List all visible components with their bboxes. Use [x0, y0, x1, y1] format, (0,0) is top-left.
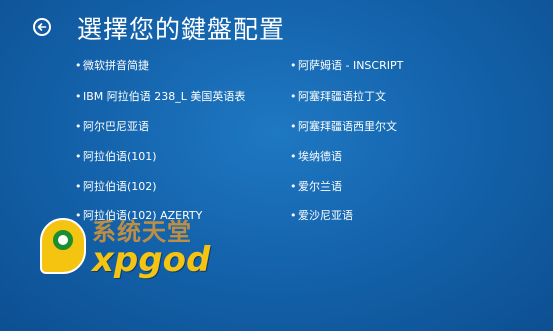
layout-option-label: 阿拉伯语(101)	[83, 150, 157, 163]
layout-option[interactable]: • 阿塞拜疆语西里尔文	[290, 120, 397, 133]
bullet: •	[75, 90, 82, 103]
layout-option-label: 爱沙尼亚语	[298, 209, 353, 222]
layout-option-label: 阿尔巴尼亚语	[83, 120, 149, 133]
bullet: •	[290, 59, 297, 72]
bullet: •	[75, 59, 82, 72]
layout-option[interactable]: • 爱沙尼亚语	[290, 209, 353, 222]
bullet: •	[290, 90, 297, 103]
bullet: •	[290, 120, 297, 133]
bullet: •	[75, 120, 82, 133]
bullet: •	[290, 209, 297, 222]
layout-option[interactable]: • 阿塞拜疆语拉丁文	[290, 90, 386, 103]
layout-option-label: 阿塞拜疆语拉丁文	[298, 90, 386, 103]
back-arrow-icon	[37, 23, 47, 31]
site-watermark: 系统天堂 xpgod	[40, 212, 230, 282]
watermark-logo-icon	[40, 218, 86, 274]
watermark-text-en: xpgod	[92, 240, 211, 280]
bullet: •	[290, 150, 297, 163]
layout-option[interactable]: • 阿拉伯语(102)	[75, 180, 157, 193]
layout-option[interactable]: • 埃纳德语	[290, 150, 342, 163]
layout-option-label: 埃纳德语	[298, 150, 342, 163]
back-button[interactable]	[33, 18, 51, 36]
layout-option-label: 爱尔兰语	[298, 180, 342, 193]
layout-option-label: 阿塞拜疆语西里尔文	[298, 120, 397, 133]
layout-option[interactable]: • 阿尔巴尼亚语	[75, 120, 149, 133]
keyboard-layout-screen: 選擇您的鍵盤配置 • 微软拼音简捷 • IBM 阿拉伯语 238_L 美国英语表…	[0, 0, 553, 331]
layout-option-label: 阿拉伯语(102)	[83, 180, 157, 193]
layout-option[interactable]: • 爱尔兰语	[290, 180, 342, 193]
layout-option[interactable]: • 阿拉伯语(101)	[75, 150, 157, 163]
layout-option-label: IBM 阿拉伯语 238_L 美国英语表	[83, 90, 246, 103]
layout-option-label: 微软拼音简捷	[83, 59, 149, 72]
bullet: •	[290, 180, 297, 193]
bullet: •	[75, 180, 82, 193]
page-title: 選擇您的鍵盤配置	[77, 15, 286, 44]
layout-option-label: 阿萨姆语 - INSCRIPT	[298, 59, 404, 72]
layout-option[interactable]: • IBM 阿拉伯语 238_L 美国英语表	[75, 90, 245, 103]
layout-option[interactable]: • 微软拼音简捷	[75, 59, 149, 72]
bullet: •	[75, 150, 82, 163]
layout-option[interactable]: • 阿萨姆语 - INSCRIPT	[290, 59, 403, 72]
